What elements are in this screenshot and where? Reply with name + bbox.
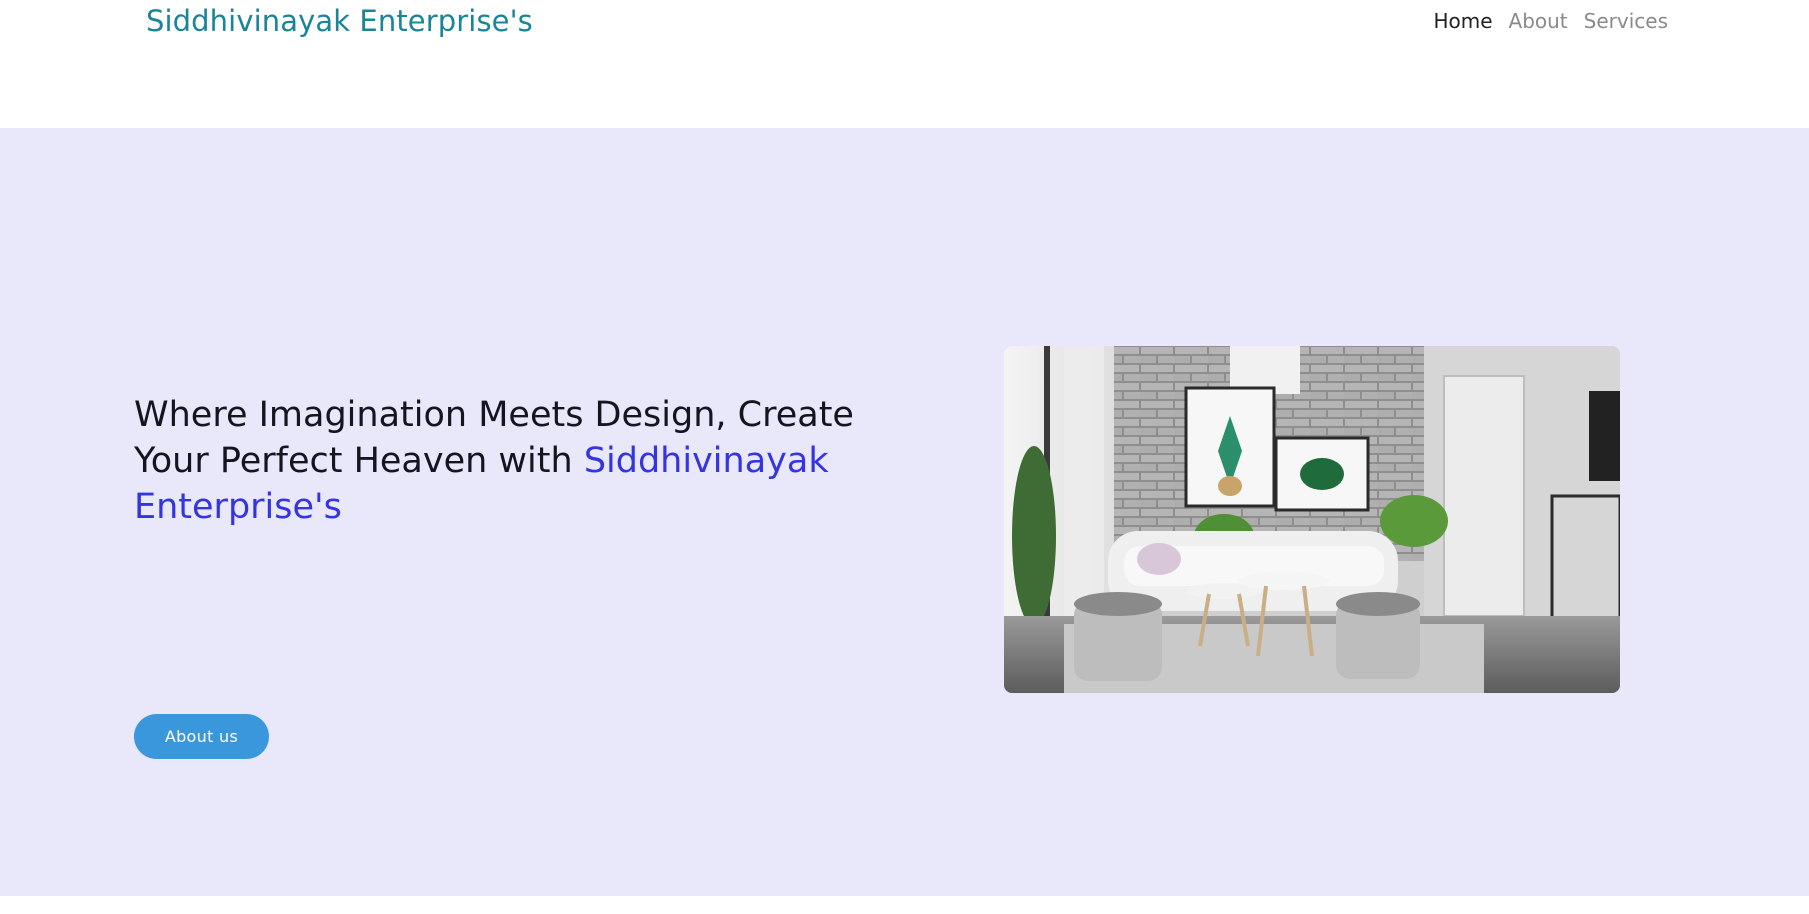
hero-image <box>1004 346 1620 693</box>
nav-link-home[interactable]: Home <box>1425 9 1500 33</box>
nav-link-about[interactable]: About <box>1501 9 1576 33</box>
navbar: Siddhivinayak Enterprise's Home About Se… <box>0 0 1809 128</box>
living-room-illustration <box>1004 346 1620 693</box>
about-us-button[interactable]: About us <box>134 714 269 759</box>
nav-links: Home About Services <box>1425 9 1676 33</box>
brand-link[interactable]: Siddhivinayak Enterprise's <box>146 4 533 38</box>
nav-link-services[interactable]: Services <box>1576 9 1676 33</box>
hero-headline: Where Imagination Meets Design, Create Y… <box>134 392 894 530</box>
